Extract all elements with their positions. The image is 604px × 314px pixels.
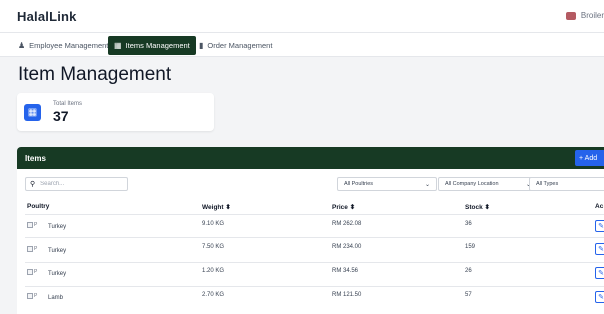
cell-price: RM 121.50: [332, 292, 362, 298]
broken-image-icon: [27, 246, 33, 252]
total-items-card: ▦ Total Items 37: [17, 93, 214, 131]
tab-label: Order Management: [207, 41, 273, 50]
edit-button[interactable]: ✎: [595, 267, 604, 279]
column-header-stock[interactable]: Stock ⬍: [465, 203, 490, 211]
boxes-icon: ▦: [24, 104, 41, 121]
stat-value: 37: [53, 108, 69, 124]
clipboard-icon: ▮: [199, 40, 204, 50]
item-image: P: [27, 222, 37, 228]
row-divider: [25, 286, 604, 287]
tab-employee-management[interactable]: ♟ Employee Management: [12, 36, 114, 55]
cell-stock: 159: [465, 244, 476, 250]
image-alt-text: P: [34, 246, 38, 252]
image-alt-text: P: [34, 293, 38, 299]
edit-icon: ✎: [598, 223, 604, 230]
broken-image-icon: [27, 293, 33, 299]
search-icon: ⚲: [30, 180, 36, 188]
edit-button[interactable]: ✎: [595, 291, 604, 303]
item-image: P: [27, 269, 37, 275]
edit-icon: ✎: [598, 270, 604, 277]
main-nav: ♟ Employee Management ▦ Items Management…: [0, 33, 604, 57]
cell-stock: 36: [465, 221, 472, 227]
cell-stock: 57: [465, 292, 472, 298]
search-input[interactable]: [40, 181, 121, 187]
user-menu[interactable]: Broiler: [565, 11, 604, 20]
tab-items-management[interactable]: ▦ Items Management: [108, 36, 196, 55]
page-title: Item Management: [18, 64, 172, 85]
column-header-poultry[interactable]: Poultry: [27, 203, 49, 210]
boxes-icon: ▦: [114, 40, 122, 50]
company-location-filter-select[interactable]: All Company Location ⌄: [438, 177, 538, 191]
chevron-down-icon: ⌄: [424, 182, 430, 188]
image-alt-text: P: [34, 269, 38, 275]
cell-price: RM 234.00: [332, 244, 362, 250]
top-bar: HalalLink Broiler: [0, 0, 604, 33]
edit-icon: ✎: [598, 246, 604, 253]
cell-weight: 1.20 KG: [202, 268, 225, 274]
add-item-button[interactable]: + Add: [575, 150, 604, 166]
tab-order-management[interactable]: ▮ Order Management: [193, 36, 278, 55]
edit-button[interactable]: ✎: [595, 220, 604, 232]
cell-weight: 9.10 KG: [202, 221, 225, 227]
cell-poultry: Turkey: [48, 271, 67, 277]
column-header-price[interactable]: Price ⬍: [332, 203, 355, 211]
cell-poultry: Turkey: [48, 248, 67, 254]
cell-stock: 26: [465, 268, 472, 274]
tab-label: Items Management: [125, 41, 190, 50]
cell-weight: 2.70 KG: [202, 292, 225, 298]
broken-image-icon: [27, 222, 33, 228]
row-divider: [25, 237, 604, 238]
cell-price: RM 262.08: [332, 221, 362, 227]
cell-price: RM 34.56: [332, 268, 359, 274]
cell-poultry: Lamb: [48, 295, 64, 301]
row-divider: [25, 214, 604, 215]
select-value: All Types: [536, 181, 559, 187]
poultries-filter-select[interactable]: All Poultries ⌄: [337, 177, 437, 191]
search-box: ⚲: [25, 177, 128, 191]
users-icon: ♟: [18, 40, 26, 50]
app-logo[interactable]: HalalLink: [17, 9, 77, 24]
user-name: Broiler: [580, 11, 604, 20]
column-header-weight[interactable]: Weight ⬍: [202, 203, 231, 211]
row-divider: [25, 262, 604, 263]
user-avatar-icon: [565, 11, 576, 20]
cell-weight: 7.50 KG: [202, 244, 225, 250]
image-alt-text: P: [34, 222, 38, 228]
select-value: All Company Location: [445, 181, 499, 187]
panel-title: Items: [25, 154, 46, 163]
cell-poultry: Turkey: [48, 224, 67, 230]
panel-header: Items + Add: [17, 147, 604, 169]
items-panel: Items + Add ⚲ All Poultries ⌄ All Compan…: [17, 147, 604, 314]
types-filter-select[interactable]: All Types: [529, 177, 604, 191]
item-image: P: [27, 293, 37, 299]
broken-image-icon: [27, 269, 33, 275]
item-image: P: [27, 246, 37, 252]
edit-button[interactable]: ✎: [595, 243, 604, 255]
tab-label: Employee Management: [29, 41, 109, 50]
column-header-actions: Ac: [595, 203, 604, 210]
stat-label: Total Items: [53, 101, 83, 107]
select-value: All Poultries: [344, 181, 374, 187]
edit-icon: ✎: [598, 294, 604, 301]
